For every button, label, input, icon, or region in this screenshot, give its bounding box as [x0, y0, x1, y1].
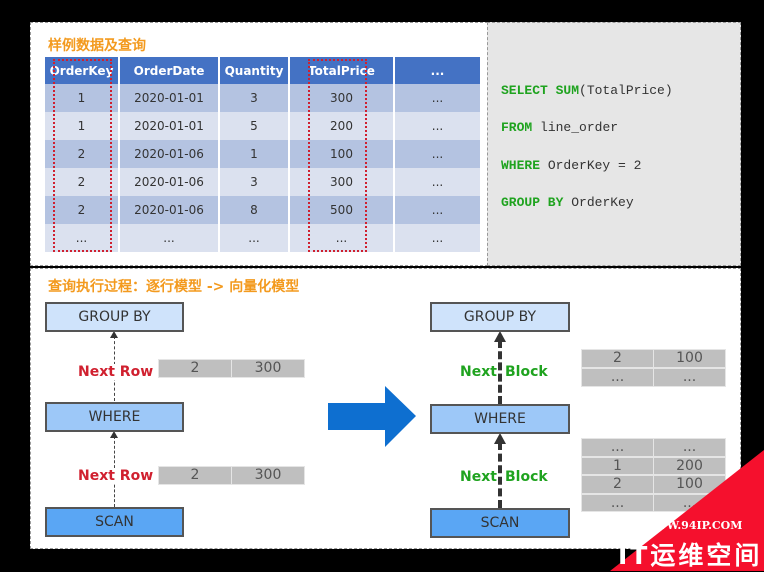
sql-line-3: WHERE OrderKey = 2	[501, 158, 642, 173]
table-cell: 2020-01-01	[119, 84, 220, 112]
transition-arrow-icon	[328, 386, 416, 447]
table-cell: ...	[119, 224, 220, 252]
next-block-label-a: Next	[460, 469, 497, 485]
orderkey-highlight	[53, 59, 112, 252]
op-scan: SCAN	[45, 507, 184, 537]
watermark-url: WWW.94IP.COM	[642, 519, 743, 532]
table-cell: 1	[219, 140, 290, 168]
table-cell: 2020-01-01	[119, 112, 220, 140]
next-row-label: Next Row	[78, 468, 154, 484]
col-header: Quantity	[219, 57, 290, 84]
op-where: WHERE	[430, 404, 570, 434]
sample-title: 样例数据及查询	[48, 38, 146, 54]
block-cell: 100	[653, 349, 726, 368]
table-cell: 3	[219, 168, 290, 196]
table-cell: ...	[394, 224, 482, 252]
next-block-label-b: Block	[505, 469, 548, 485]
op-group-by: GROUP BY	[430, 302, 570, 332]
block-cell: 2	[581, 349, 654, 368]
col-header: OrderDate	[119, 57, 220, 84]
table-cell: ...	[394, 196, 482, 224]
block-flow-line	[498, 442, 502, 508]
arrow-up-icon	[494, 331, 506, 342]
watermark-name: IT运维空间	[618, 541, 763, 570]
table-cell: ...	[394, 168, 482, 196]
arrow-up-icon	[110, 431, 118, 438]
table-cell: 2020-01-06	[119, 196, 220, 224]
table-cell: ...	[394, 112, 482, 140]
row-cell: 2	[158, 466, 232, 485]
table-cell: 2020-01-06	[119, 168, 220, 196]
table-cell: 5	[219, 112, 290, 140]
table-cell: 8	[219, 196, 290, 224]
sql-panel	[487, 22, 741, 266]
op-group-by: GROUP BY	[45, 302, 184, 332]
sql-line-2: FROM line_order	[501, 120, 619, 135]
sql-line-4: GROUP BY OrderKey	[501, 195, 634, 210]
next-row-label: Next Row	[78, 364, 154, 380]
op-where: WHERE	[45, 402, 184, 432]
totalprice-highlight	[308, 59, 367, 252]
table-cell: ...	[219, 224, 290, 252]
table-cell: 2020-01-06	[119, 140, 220, 168]
block-cell: ...	[581, 368, 654, 387]
arrow-up-icon	[494, 433, 506, 444]
op-scan: SCAN	[430, 508, 570, 538]
table-cell: 3	[219, 84, 290, 112]
block-cell: ...	[653, 368, 726, 387]
col-header: ...	[394, 57, 482, 84]
row-cell: 2	[158, 359, 232, 378]
block-flow-line	[498, 340, 502, 404]
table-cell: ...	[394, 84, 482, 112]
row-cell: 300	[231, 466, 305, 485]
arrow-up-icon	[110, 331, 118, 338]
table-cell: ...	[394, 140, 482, 168]
next-block-label-a: Next	[460, 364, 497, 380]
row-cell: 300	[231, 359, 305, 378]
sql-line-1: SELECT SUM(TotalPrice)	[501, 83, 673, 98]
next-block-label-b: Block	[505, 364, 548, 380]
process-title: 查询执行过程：逐行模型 -> 向量化模型	[48, 279, 300, 295]
